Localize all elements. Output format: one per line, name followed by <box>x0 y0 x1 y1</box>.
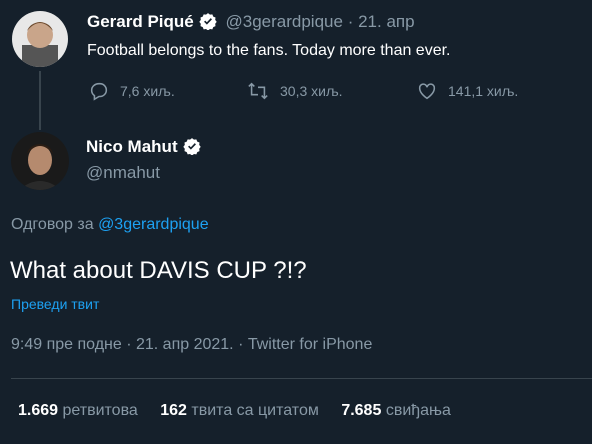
reply-context: Одговор за @3gerardpique <box>11 216 209 234</box>
quoted-author-name[interactable]: Gerard Piqué <box>87 12 194 31</box>
stats-row: 1.669 ретвитова 162 твита са цитатом 7.6… <box>18 402 451 420</box>
quoted-tweet-date[interactable]: 21. апр <box>358 12 414 31</box>
likes-stat-count: 7.685 <box>341 402 382 419</box>
like-count: 141,1 хиљ. <box>448 83 519 99</box>
quotes-stat-count: 162 <box>160 402 187 419</box>
retweets-stat-count: 1.669 <box>18 402 59 419</box>
reply-icon <box>90 82 108 101</box>
like-action[interactable]: 141,1 хиљ. <box>416 80 518 102</box>
avatar-gerard-pique[interactable] <box>12 11 68 67</box>
retweets-stat[interactable]: 1.669 ретвитова <box>18 402 138 419</box>
reply-action[interactable]: 7,6 хиљ. <box>88 80 175 102</box>
quotes-stat-label: твита са цитатом <box>191 402 319 419</box>
likes-stat[interactable]: 7.685 свиђања <box>341 402 451 419</box>
thread-connector-line <box>39 71 41 130</box>
avatar-nico-mahut[interactable] <box>11 132 69 190</box>
verified-badge-icon <box>199 12 217 31</box>
main-author-name-row: Nico Mahut <box>86 137 201 157</box>
tweet-timestamp[interactable]: 9:49 пре подне · 21. апр 2021. · Twitter… <box>11 336 372 354</box>
reply-count: 7,6 хиљ. <box>120 83 175 99</box>
divider <box>11 378 592 379</box>
main-author-name[interactable]: Nico Mahut <box>86 137 178 156</box>
main-tweet-text: What about DAVIS CUP ?!? <box>10 257 307 284</box>
translate-tweet-link[interactable]: Преведи твит <box>11 296 99 312</box>
reply-context-label: Одговор за <box>11 216 94 233</box>
quoted-tweet-header: Gerard Piqué @3gerardpique · 21. апр <box>87 12 415 32</box>
retweet-icon <box>248 82 268 100</box>
retweet-action[interactable]: 30,3 хиљ. <box>246 80 343 102</box>
main-author-handle[interactable]: @nmahut <box>86 163 160 183</box>
likes-stat-label: свиђања <box>385 402 451 419</box>
heart-icon <box>418 83 436 100</box>
quoted-author-handle[interactable]: @3gerardpique <box>226 12 343 31</box>
retweet-count: 30,3 хиљ. <box>280 83 343 99</box>
reply-to-mention-link[interactable]: @3gerardpique <box>98 216 209 233</box>
quoted-tweet-text: Football belongs to the fans. Today more… <box>87 42 451 59</box>
verified-badge-icon <box>182 137 201 156</box>
quotes-stat[interactable]: 162 твита са цитатом <box>160 402 319 419</box>
dot-separator: · <box>347 12 354 31</box>
retweets-stat-label: ретвитова <box>62 402 138 419</box>
